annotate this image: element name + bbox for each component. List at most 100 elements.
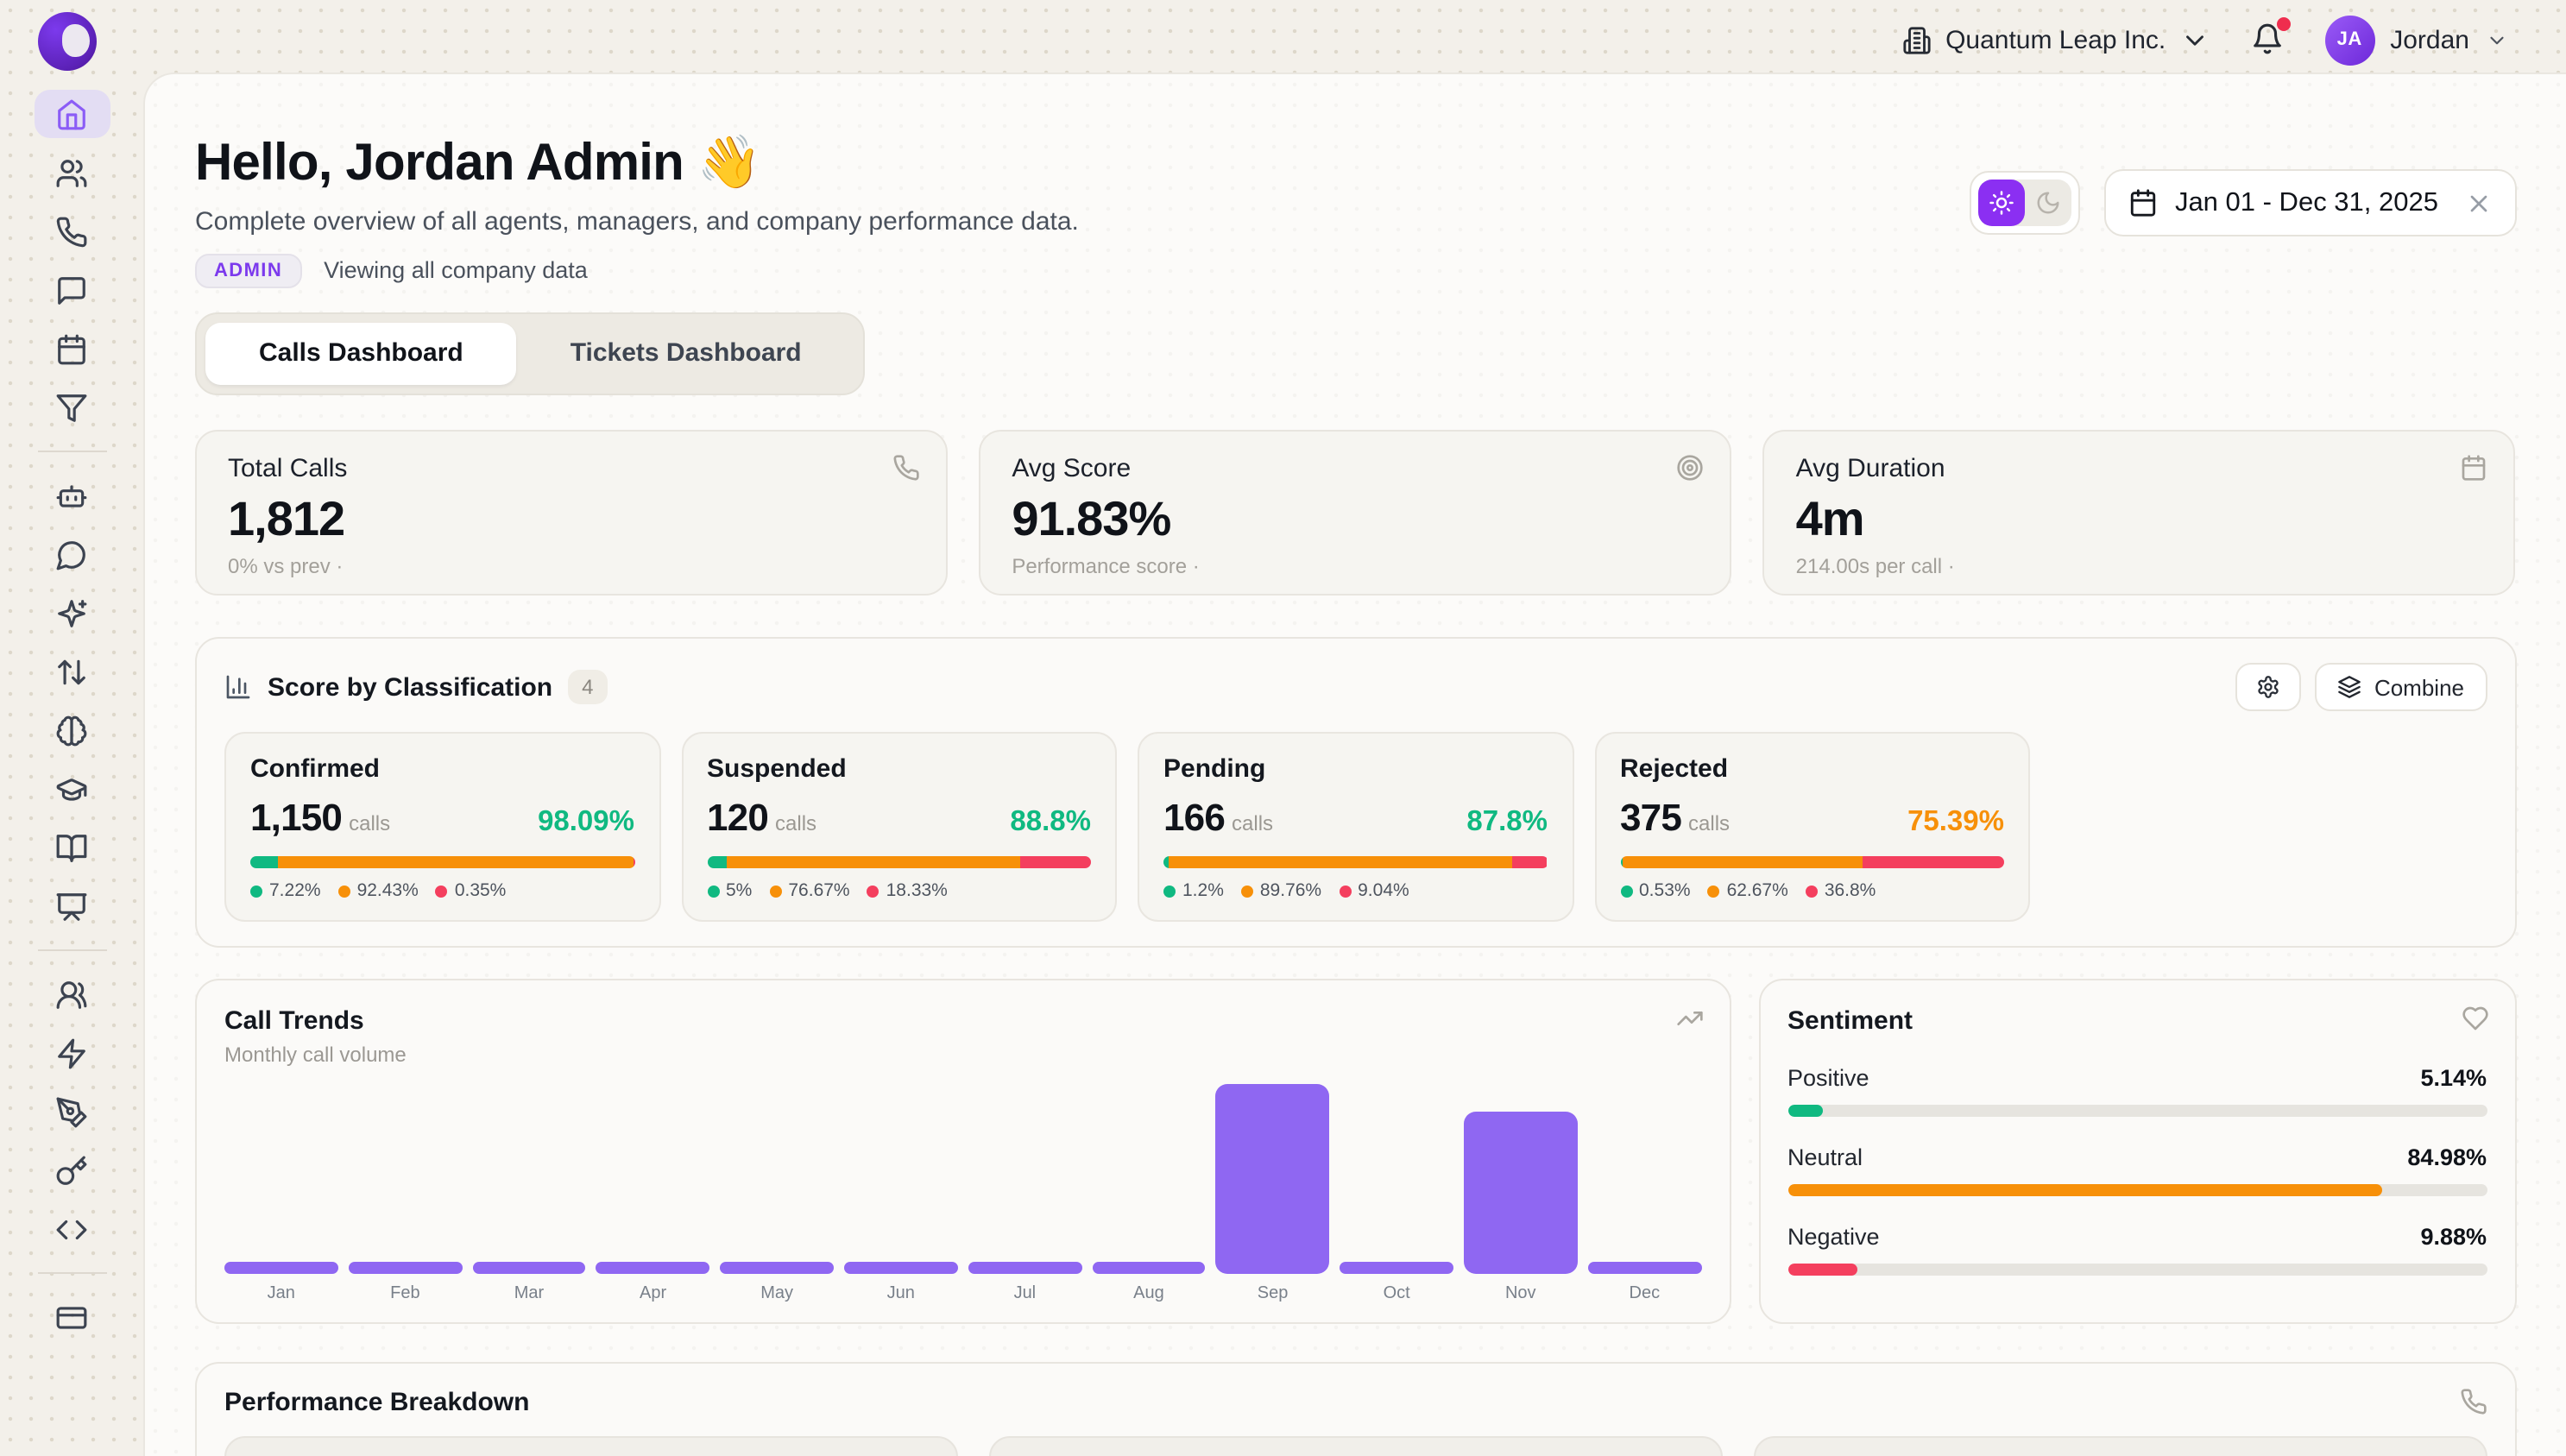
performance-card-total-calls: Total Calls bbox=[224, 1436, 958, 1456]
sidebar-item-pen-tool[interactable] bbox=[34, 1087, 110, 1136]
sidebar-item-bot[interactable] bbox=[34, 471, 110, 520]
building-icon bbox=[1902, 26, 1932, 55]
sidebar-item-arrow-up-down[interactable] bbox=[34, 647, 110, 696]
org-switcher[interactable]: Quantum Leap Inc. bbox=[1902, 26, 2209, 55]
sentiment-label: Neutral bbox=[1787, 1143, 1863, 1172]
tab-tickets-dashboard[interactable]: Tickets Dashboard bbox=[517, 323, 855, 385]
trending-up-icon bbox=[1675, 1005, 1703, 1032]
sidebar-item-filter[interactable] bbox=[34, 383, 110, 432]
date-range-value: Jan 01 - Dec 31, 2025 bbox=[2175, 190, 2438, 217]
phone-icon bbox=[892, 454, 920, 482]
bot-icon bbox=[55, 479, 88, 512]
combine-label: Combine bbox=[2374, 676, 2464, 698]
sparkles-icon bbox=[55, 596, 88, 629]
x-axis-label: Aug bbox=[1092, 1284, 1206, 1303]
classification-calls: 120calls bbox=[707, 796, 816, 841]
classification-calls: 166calls bbox=[1163, 796, 1273, 841]
light-mode-button[interactable] bbox=[1978, 180, 2025, 226]
sidebar-item-message-circle[interactable] bbox=[34, 530, 110, 578]
combine-button[interactable]: Combine bbox=[2316, 663, 2487, 711]
sentiment-row-negative: Negative9.88% bbox=[1787, 1222, 2487, 1276]
heart-icon bbox=[2461, 1005, 2488, 1032]
bar-Jan bbox=[224, 1262, 338, 1274]
sentiment-value: 5.14% bbox=[2420, 1063, 2487, 1093]
sidebar-item-book-open[interactable] bbox=[34, 823, 110, 872]
page-subtitle: Complete overview of all agents, manager… bbox=[195, 205, 1079, 240]
sidebar-item-brain[interactable] bbox=[34, 706, 110, 754]
sidebar-item-graduation-cap[interactable] bbox=[34, 765, 110, 813]
sentiment-label: Negative bbox=[1787, 1222, 1880, 1251]
sidebar-item-code[interactable] bbox=[34, 1205, 110, 1253]
app-screen: Quantum Leap Inc. JA Jordan Hello, Jorda… bbox=[0, 0, 2566, 1456]
sidebar-item-users-round[interactable] bbox=[34, 970, 110, 1018]
sidebar-item-presentation[interactable] bbox=[34, 882, 110, 930]
x-axis-label: Dec bbox=[1588, 1284, 1702, 1303]
tab-calls-dashboard[interactable]: Calls Dashboard bbox=[205, 323, 517, 385]
sidebar-divider bbox=[37, 451, 106, 452]
classification-cards: Confirmed1,150calls98.09%7.22%92.43%0.35… bbox=[224, 732, 2487, 922]
score-by-classification-section: Score by Classification 4 Combine Confir… bbox=[195, 637, 2516, 948]
x-axis-label: May bbox=[720, 1284, 834, 1303]
stat-cards: Total Calls 1,812 0% vs prev · Avg Score… bbox=[195, 430, 2516, 596]
classification-title: Pending bbox=[1163, 753, 1548, 785]
classification-title: Confirmed bbox=[250, 753, 634, 785]
x-axis-label: Jan bbox=[224, 1284, 338, 1303]
user-menu[interactable]: JA Jordan bbox=[2324, 16, 2507, 66]
pen-tool-icon bbox=[55, 1095, 88, 1128]
bar-Nov bbox=[1464, 1112, 1578, 1274]
classification-settings-button[interactable] bbox=[2236, 663, 2302, 711]
classification-card-rejected: Rejected375calls75.39%0.53%62.67%36.8% bbox=[1594, 732, 2030, 922]
clear-date-icon[interactable] bbox=[2464, 189, 2492, 217]
viewing-note: Viewing all company data bbox=[324, 257, 588, 283]
classification-card-pending: Pending166calls87.8%1.2%89.76%9.04% bbox=[1138, 732, 1573, 922]
performance-breakdown-section: Performance Breakdown Total CallsActive … bbox=[195, 1362, 2516, 1456]
section-title: Score by Classification bbox=[268, 672, 552, 702]
legend-item: 36.8% bbox=[1806, 880, 1876, 901]
moon-icon bbox=[2035, 190, 2061, 216]
classification-progress-bar bbox=[1163, 856, 1548, 868]
calendar-icon bbox=[55, 332, 88, 365]
sidebar-item-calendar[interactable] bbox=[34, 325, 110, 373]
legend-item: 0.35% bbox=[436, 880, 507, 901]
phone-icon bbox=[55, 215, 88, 248]
chevron-down-icon bbox=[2485, 29, 2507, 52]
stat-card-avg-score: Avg Score 91.83% Performance score · bbox=[979, 430, 1731, 596]
classification-progress-bar bbox=[250, 856, 634, 868]
dark-mode-button[interactable] bbox=[2025, 180, 2071, 226]
classification-score: 88.8% bbox=[1010, 806, 1091, 839]
legend-item: 18.33% bbox=[867, 880, 948, 901]
credit-card-icon bbox=[55, 1301, 88, 1333]
sidebar-item-users[interactable] bbox=[34, 148, 110, 197]
sidebar-item-message-square[interactable] bbox=[34, 266, 110, 314]
x-axis-label: Apr bbox=[596, 1284, 710, 1303]
classification-score: 87.8% bbox=[1466, 806, 1548, 839]
sidebar-item-key[interactable] bbox=[34, 1146, 110, 1194]
home-icon bbox=[55, 98, 88, 130]
notifications-button[interactable] bbox=[2250, 22, 2283, 60]
sidebar-item-home[interactable] bbox=[34, 90, 110, 138]
bar-chart-icon bbox=[224, 673, 252, 701]
theme-toggle bbox=[1970, 171, 2080, 235]
legend-item: 89.76% bbox=[1241, 880, 1321, 901]
bar-Jun bbox=[844, 1262, 958, 1274]
user-name: Jordan bbox=[2390, 28, 2469, 54]
sidebar-item-phone[interactable] bbox=[34, 207, 110, 255]
calendar-icon bbox=[2128, 188, 2158, 217]
sidebar-item-sparkles[interactable] bbox=[34, 589, 110, 637]
stat-value: 1,812 bbox=[228, 495, 915, 544]
x-axis-label: Sep bbox=[1216, 1284, 1330, 1303]
classification-card-suspended: Suspended120calls88.8%5%76.67%18.33% bbox=[681, 732, 1117, 922]
call-trends-card: Call Trends Monthly call volume JanFebMa… bbox=[195, 979, 1731, 1324]
sentiment-row-neutral: Neutral84.98% bbox=[1787, 1143, 2487, 1196]
x-axis-label: Feb bbox=[349, 1284, 463, 1303]
classification-title: Rejected bbox=[1620, 753, 2004, 785]
bar-Mar bbox=[472, 1262, 586, 1274]
dashboard-tabs: Calls Dashboard Tickets Dashboard bbox=[195, 312, 866, 395]
stat-card-avg-duration: Avg Duration 4m 214.00s per call · bbox=[1763, 430, 2516, 596]
sidebar-item-credit-card[interactable] bbox=[34, 1293, 110, 1341]
bar-May bbox=[720, 1262, 834, 1274]
date-range-picker[interactable]: Jan 01 - Dec 31, 2025 bbox=[2104, 169, 2516, 236]
stat-label: Avg Score bbox=[1012, 452, 1699, 485]
sidebar-item-zap[interactable] bbox=[34, 1029, 110, 1077]
sidebar-divider bbox=[37, 949, 106, 951]
